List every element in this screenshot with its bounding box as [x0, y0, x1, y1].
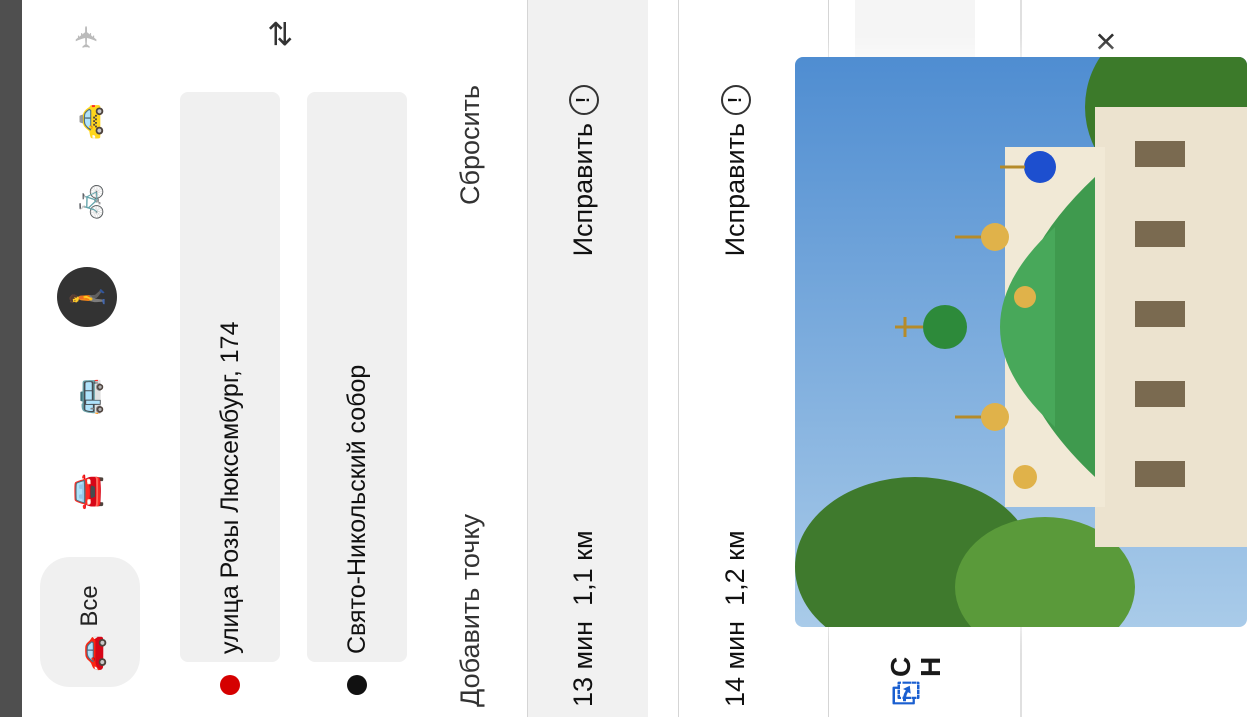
to-field-row: Свято-Никольский собор: [307, 0, 407, 717]
reset-link[interactable]: Сбросить: [455, 85, 486, 205]
swap-route-button[interactable]: ⇄: [260, 20, 298, 47]
from-field-row: улица Розы Люксембург, 174: [180, 0, 280, 717]
routing-panel: 🚗 Все 🚘 🚌 🚶 🚲 🚕 ✈ улица Розы Люксембург,…: [0, 0, 1247, 717]
start-point-marker: [220, 675, 240, 695]
route-1-fix-button[interactable]: Исправить !: [568, 85, 599, 256]
top-bar: [0, 0, 22, 717]
add-point-link[interactable]: Добавить точку: [455, 514, 486, 707]
bus-icon: 🚌: [70, 378, 104, 416]
to-input[interactable]: Свято-Никольский собор: [307, 92, 407, 662]
phone-route-icon[interactable]: ⎘: [890, 681, 924, 705]
warning-icon: !: [568, 85, 599, 115]
taxi-icon: 🚕: [70, 103, 104, 141]
mode-transit-button[interactable]: 🚌: [52, 362, 122, 432]
cathedral-photo-graphic: [795, 57, 1247, 627]
partial-label-n: Н: [915, 656, 946, 677]
airplane-icon: ✈: [70, 24, 104, 50]
mode-walking-button[interactable]: 🚶: [52, 262, 122, 332]
route-2-summary: 14 мин 1,2 км: [720, 530, 751, 707]
route-actions-row: Добавить точку Сбросить: [425, 0, 515, 717]
route-1-summary: 13 мин 1,1 км: [568, 530, 599, 707]
divider: [678, 0, 679, 717]
route-option-2[interactable]: 14 мин 1,2 км Исправить !: [680, 0, 800, 717]
mode-bicycle-button[interactable]: 🚲: [52, 167, 122, 237]
route-2-distance: 1,2 км: [720, 530, 750, 606]
partial-label-c: С: [885, 656, 916, 677]
mode-car-button[interactable]: 🚘: [52, 457, 122, 527]
bicycle-icon: 🚲: [70, 183, 104, 221]
warning-icon: !: [720, 85, 751, 115]
end-point-marker: [347, 675, 367, 695]
from-input[interactable]: улица Розы Люксембург, 174: [180, 92, 280, 662]
walking-icon: 🚶: [57, 267, 117, 327]
mode-all-button[interactable]: 🚗 Все: [40, 557, 140, 687]
route-2-fix-label: Исправить: [720, 123, 750, 257]
mode-airplane-button[interactable]: ✈: [52, 2, 122, 72]
swap-arrows-icon: ⇄: [261, 20, 297, 47]
route-2-time: 14 мин: [720, 620, 750, 707]
route-2-fix-button[interactable]: Исправить !: [720, 85, 751, 256]
cathedral-photo[interactable]: [795, 57, 1247, 627]
all-modes-icon: 🚗: [73, 634, 107, 672]
route-1-distance: 1,1 км: [568, 530, 598, 606]
route-1-time: 13 мин: [568, 620, 598, 707]
car-icon: 🚘: [70, 473, 104, 511]
close-icon[interactable]: ×: [1085, 31, 1127, 52]
route-option-1[interactable]: 13 мин 1,1 км Исправить !: [528, 0, 648, 717]
mode-all-label: Все: [76, 585, 103, 627]
mode-taxi-button[interactable]: 🚕: [52, 87, 122, 157]
route-1-fix-label: Исправить: [568, 123, 598, 257]
transport-mode-selector: 🚗 Все 🚘 🚌 🚶 🚲 🚕 ✈: [32, 0, 152, 717]
